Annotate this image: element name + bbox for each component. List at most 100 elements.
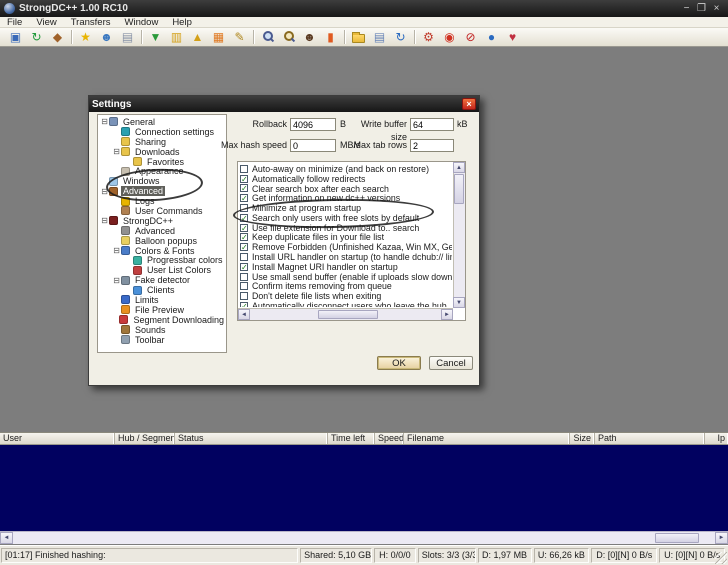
checkbox[interactable]: ✓ [240,243,248,252]
tree-item-user-commands[interactable]: User Commands [98,206,226,216]
open-own-file-list-icon[interactable]: ▤ [369,29,390,46]
max-tab-rows-input[interactable] [410,139,454,152]
resize-grip[interactable] [715,552,727,564]
reconnect-icon[interactable]: ↻ [26,29,47,46]
horizontal-scroll-thumb[interactable] [318,310,378,319]
option-url-handler[interactable]: Install URL handler on startup (to handl… [240,252,452,262]
tree-item-label[interactable]: Connection settings [133,127,216,137]
tree-item-file-preview[interactable]: File Preview [98,305,226,315]
vertical-scroll-thumb[interactable] [454,174,464,204]
column-filename[interactable]: Filename [404,433,570,444]
restore-button[interactable]: ❐ [694,1,709,16]
menu-help[interactable]: Help [165,17,199,28]
option-magnet-handler[interactable]: ✓ Install Magnet URI handler on startup [240,262,452,272]
option-confirm-queue-remove[interactable]: Confirm items removing from queue [240,282,452,291]
waiting-users-icon[interactable]: ▥ [166,29,187,46]
search-spy-icon[interactable]: ☻ [299,29,320,46]
option-disconnect-leavers[interactable]: ✓ Automatically disconnect users who leav… [240,301,452,307]
tree-item-label[interactable]: Progressbar colors [145,255,225,265]
checkbox[interactable]: ✓ [240,233,248,242]
settings-icon[interactable]: ⚙ [418,29,439,46]
checkbox[interactable]: ✓ [240,223,248,232]
network-statistics-icon[interactable]: ▮ [320,29,341,46]
tree-item-favorites[interactable]: Favorites [98,157,226,167]
option-follow-redirects[interactable]: ✓ Automatically follow redirects [240,174,452,184]
option-remove-forbidden[interactable]: ✓ Remove Forbidden (Unfinished Kazaa, Win… [240,242,452,252]
scroll-left-icon[interactable]: ◄ [0,532,13,544]
checkbox[interactable] [240,164,248,173]
menu-transfers[interactable]: Transfers [64,17,118,28]
menu-view[interactable]: View [29,17,63,28]
rollback-input[interactable] [290,118,336,131]
settings-dialog-titlebar[interactable]: Settings × [89,96,479,112]
checkbox[interactable]: ✓ [240,174,248,183]
column-hub-segments[interactable]: Hub / Segments [115,433,175,444]
tree-item-advanced2[interactable]: Advanced [98,226,226,236]
finished-downloads-icon[interactable]: ▼ [145,29,166,46]
about-icon[interactable]: ♥ [502,29,523,46]
tree-item-strongdc[interactable]: ⊟ StrongDC++ [98,216,226,226]
option-keep-duplicates[interactable]: ✓ Keep duplicate files in your file list [240,233,452,242]
column-path[interactable]: Path [595,433,705,444]
download-queue-icon[interactable]: ▤ [117,29,138,46]
column-user[interactable]: User [0,433,115,444]
tree-item-label[interactable]: Toolbar [133,335,167,345]
finished-uploads-icon[interactable]: ▲ [187,29,208,46]
max-hash-speed-input[interactable] [290,139,336,152]
tree-item-label[interactable]: General [121,117,157,127]
tree-item-label[interactable]: File Preview [133,305,186,315]
tree-item-label[interactable]: Limits [133,295,161,305]
horizontal-scroll-thumb[interactable] [655,533,699,543]
checkbox[interactable]: ✓ [240,184,248,193]
tree-item-fake-detector[interactable]: ⊟ Fake detector [98,275,226,285]
menu-file[interactable]: File [0,17,29,28]
checkbox[interactable] [240,292,248,301]
tree-item-label[interactable]: Fake detector [133,275,192,285]
follow-redirect-icon[interactable]: ◆ [47,29,68,46]
checkbox[interactable]: ✓ [240,302,248,307]
tree-item-toolbar[interactable]: Toolbar [98,335,226,345]
tree-item-user-list-colors[interactable]: User List Colors [98,265,226,275]
limiter-icon[interactable]: ● [481,29,502,46]
checkbox[interactable]: ✓ [240,194,248,203]
tree-item-limits[interactable]: Limits [98,295,226,305]
ok-button[interactable]: OK [377,356,421,370]
tree-item-colors-fonts[interactable]: ⊟ Colors & Fonts [98,246,226,256]
tree-item-segment-downloading[interactable]: Segment Downloading [98,315,226,325]
scroll-left-icon[interactable]: ◄ [238,309,250,320]
adl-search-icon[interactable] [278,29,299,46]
tree-item-label[interactable]: Sharing [133,137,168,147]
tree-item-label[interactable]: Downloads [133,147,182,157]
tree-item-label[interactable]: Segment Downloading [131,315,226,325]
refresh-file-list-icon[interactable]: ↻ [390,29,411,46]
tree-item-label[interactable]: StrongDC++ [121,216,175,226]
transfers-list[interactable] [0,445,728,531]
public-hubs-icon[interactable]: ▣ [5,29,26,46]
options-vertical-scrollbar[interactable]: ▲ ▼ [453,162,465,308]
tree-item-label[interactable]: Clients [145,285,177,295]
checkbox[interactable] [240,253,248,262]
dialog-close-icon[interactable]: × [462,98,476,110]
tree-item-label[interactable]: Balloon popups [133,236,199,246]
column-status[interactable]: Status [175,433,328,444]
favorite-hubs-icon[interactable]: ★ [75,29,96,46]
close-button[interactable]: × [709,1,724,16]
scroll-up-icon[interactable]: ▲ [453,162,465,173]
tree-item-progressbar-colors[interactable]: Progressbar colors [98,255,226,265]
tree-expander[interactable]: ⊟ [112,246,121,255]
scroll-right-icon[interactable]: ► [441,309,453,320]
favorite-users-icon[interactable]: ☻ [96,29,117,46]
checkbox[interactable] [240,272,248,281]
minimize-button[interactable]: − [679,1,694,16]
transfers-horizontal-scrollbar[interactable]: ◄ ► [0,531,728,544]
write-buffer-input[interactable] [410,118,454,131]
search-icon[interactable] [257,29,278,46]
tree-item-label[interactable]: Colors & Fonts [133,246,197,256]
tree-item-label[interactable]: Advanced [133,226,177,236]
tree-expander[interactable]: ⊟ [112,276,121,285]
notepad-icon[interactable]: ✎ [229,29,250,46]
cancel-button[interactable]: Cancel [429,356,473,370]
tree-expander[interactable]: ⊟ [112,147,121,156]
scroll-right-icon[interactable]: ► [715,532,728,544]
tree-item-label[interactable]: User List Colors [145,265,213,275]
